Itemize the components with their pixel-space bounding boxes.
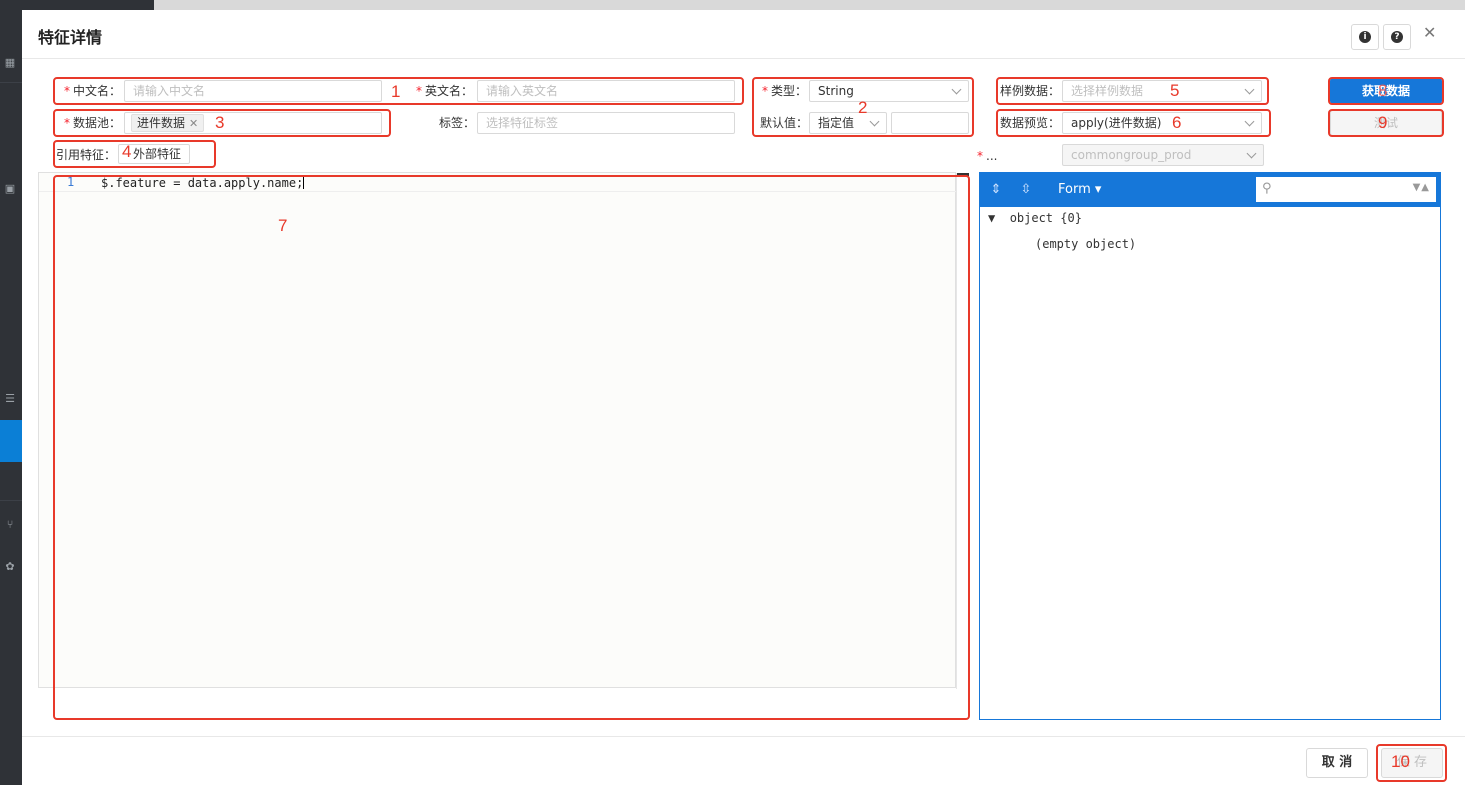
json-tree-root[interactable]: ▼ object {0} [988, 211, 1082, 225]
chevron-down-icon [1244, 84, 1255, 95]
line-number: 1 [67, 175, 75, 189]
env-label: *... [977, 149, 998, 163]
app-header-right [154, 0, 1465, 10]
expand-all-icon[interactable]: ⇕ [988, 182, 1004, 198]
env-select: commongroup_prod [1062, 144, 1264, 166]
chevron-down-icon [869, 116, 880, 127]
default-value-label: 默认值： [760, 116, 809, 130]
expand-toggle-icon[interactable]: ▼ [988, 211, 995, 225]
modal-header: 特征详情 i ? ✕ [22, 10, 1465, 59]
type-select[interactable]: String [809, 80, 969, 102]
data-pool-label: * 数据池： [64, 116, 122, 130]
cluster-icon[interactable]: ✿ [3, 560, 17, 574]
sidebar-divider [0, 500, 22, 501]
annotation-number: 6 [1172, 113, 1182, 132]
sample-data-select[interactable]: 选择样例数据 [1062, 80, 1262, 102]
chevron-down-icon [1246, 148, 1257, 159]
annotation-number: 3 [215, 113, 225, 132]
editor-scrollbar[interactable] [957, 173, 969, 176]
sidebar-active-item[interactable] [0, 420, 22, 462]
annotation-number: 2 [858, 98, 868, 117]
json-viewer-toolbar: ⇕ ⇳ Form ▾ ⚲ ▼▲ [980, 173, 1440, 207]
text-cursor [303, 175, 305, 189]
annotation-number: 8 [1378, 81, 1388, 100]
data-preview-label: 数据预览： [1000, 116, 1061, 130]
search-nav-icon[interactable]: ▼▲ [1413, 182, 1430, 193]
code-editor[interactable]: 1 $.feature = data.apply.name; [38, 172, 969, 689]
tags-select[interactable]: 选择特征标签 [477, 112, 735, 134]
sidebar-divider [0, 82, 22, 83]
annotation-number: 10 [1391, 752, 1410, 771]
empty-object-text: (empty object) [1035, 237, 1137, 251]
default-mode-select[interactable]: 指定值 [809, 112, 887, 134]
feature-detail-modal: 特征详情 i ? ✕ * 中文名： 请输入中文名 * 英文名： 请输入英文名 * 类型… [22, 10, 1465, 785]
search-icon: ⚲ [1262, 181, 1272, 196]
annotation-number: 1 [391, 82, 401, 101]
chevron-down-icon [1244, 116, 1255, 127]
annotation-number: 7 [278, 216, 288, 235]
collapse-all-icon[interactable]: ⇳ [1018, 182, 1034, 198]
cn-name-label: * 中文名： [64, 84, 122, 98]
info-icon: i [1359, 31, 1371, 43]
json-viewer: ⇕ ⇳ Form ▾ ⚲ ▼▲ ▼ object {0} (empty obje… [979, 172, 1441, 720]
data-pool-select[interactable]: 进件数据 ✕ [124, 112, 382, 134]
data-preview-select[interactable]: apply(进件数据) [1062, 112, 1262, 134]
app-sidebar: ▦ ▣ ☰ ⑂ ✿ [0, 0, 22, 785]
cancel-button[interactable]: 取 消 [1306, 748, 1368, 778]
modal-footer-divider [22, 736, 1465, 737]
chevron-down-icon [951, 84, 962, 95]
info-button[interactable]: i [1351, 24, 1379, 50]
apps-icon[interactable]: ▣ [3, 182, 17, 196]
en-name-label: * 英文名： [416, 84, 474, 98]
annotation-number: 9 [1378, 113, 1388, 132]
help-icon: ? [1391, 31, 1403, 43]
editor-line: 1 $.feature = data.apply.name; [39, 173, 939, 190]
line-divider [39, 191, 956, 192]
grid-icon[interactable]: ▦ [3, 56, 17, 70]
en-name-input[interactable]: 请输入英文名 [477, 80, 735, 102]
cn-name-input[interactable]: 请输入中文名 [124, 80, 382, 102]
code-line[interactable]: $.feature = data.apply.name; [101, 175, 305, 190]
annotation-number: 4 [122, 142, 132, 161]
annotation-number: 5 [1170, 81, 1180, 100]
mode-select[interactable]: Form ▾ [1058, 182, 1101, 198]
editor-scroll-track [956, 173, 957, 689]
data-pool-tag: 进件数据 ✕ [131, 114, 205, 132]
app-header-left [22, 0, 154, 10]
help-button[interactable]: ? [1383, 24, 1411, 50]
modal-title: 特征详情 [38, 28, 103, 47]
sample-data-label: 样例数据： [1000, 84, 1061, 98]
ref-feature-label: 引用特征： [56, 148, 117, 162]
database-icon[interactable]: ☰ [3, 392, 17, 406]
close-icon[interactable]: ✕ [189, 117, 198, 130]
json-search-input[interactable]: ⚲ ▼▲ [1256, 177, 1436, 202]
branch-icon[interactable]: ⑂ [3, 518, 17, 532]
tags-label: 标签： [439, 116, 476, 130]
close-icon[interactable]: ✕ [1423, 24, 1436, 42]
default-value-input[interactable] [891, 112, 969, 134]
type-label: * 类型： [762, 84, 808, 98]
